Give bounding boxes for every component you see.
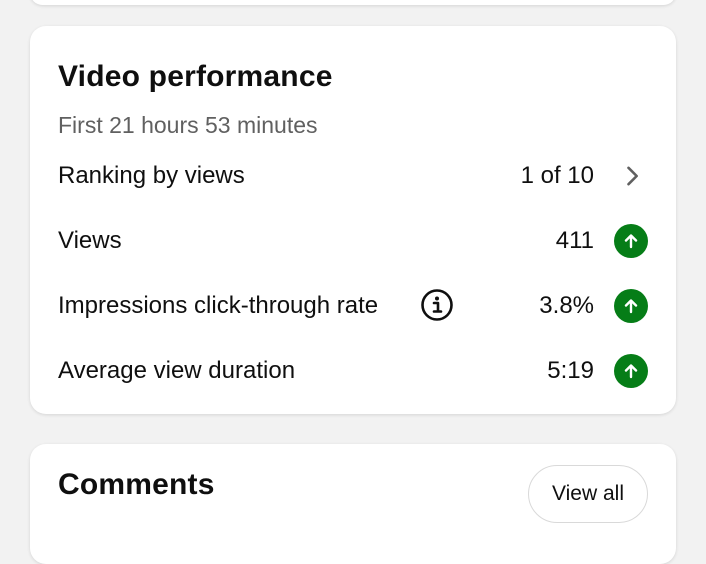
average-view-duration-row: Average view duration 5:19 [30,349,676,393]
average-view-duration-label: Average view duration [58,357,296,384]
ranking-by-views-value: 1 of 10 [520,162,594,189]
impressions-ctr-row: Impressions click-through rate 3.8% [30,284,676,328]
impressions-ctr-label: Impressions click-through rate [58,292,379,319]
views-row: Views 411 [30,219,676,263]
impressions-ctr-value: 3.8% [539,292,594,319]
comments-card: Comments View all [30,444,676,564]
arrow-up-circle-icon [614,354,648,388]
comments-title: Comments [58,468,215,501]
views-label: Views [58,227,122,254]
ranking-by-views-row[interactable]: Ranking by views 1 of 10 [30,154,676,198]
ranking-by-views-label: Ranking by views [58,162,245,189]
info-icon[interactable] [420,288,454,322]
average-view-duration-value: 5:19 [547,357,594,384]
video-performance-card: Video performance First 21 hours 53 minu… [30,26,676,414]
arrow-up-circle-icon [614,289,648,323]
views-value: 411 [555,227,594,254]
arrow-up-circle-icon [614,224,648,258]
time-period-subtitle: First 21 hours 53 minutes [58,112,318,138]
chevron-right-icon[interactable] [618,162,646,190]
view-all-button[interactable]: View all [528,465,648,523]
video-performance-title: Video performance [58,60,333,93]
previous-card [30,0,676,5]
